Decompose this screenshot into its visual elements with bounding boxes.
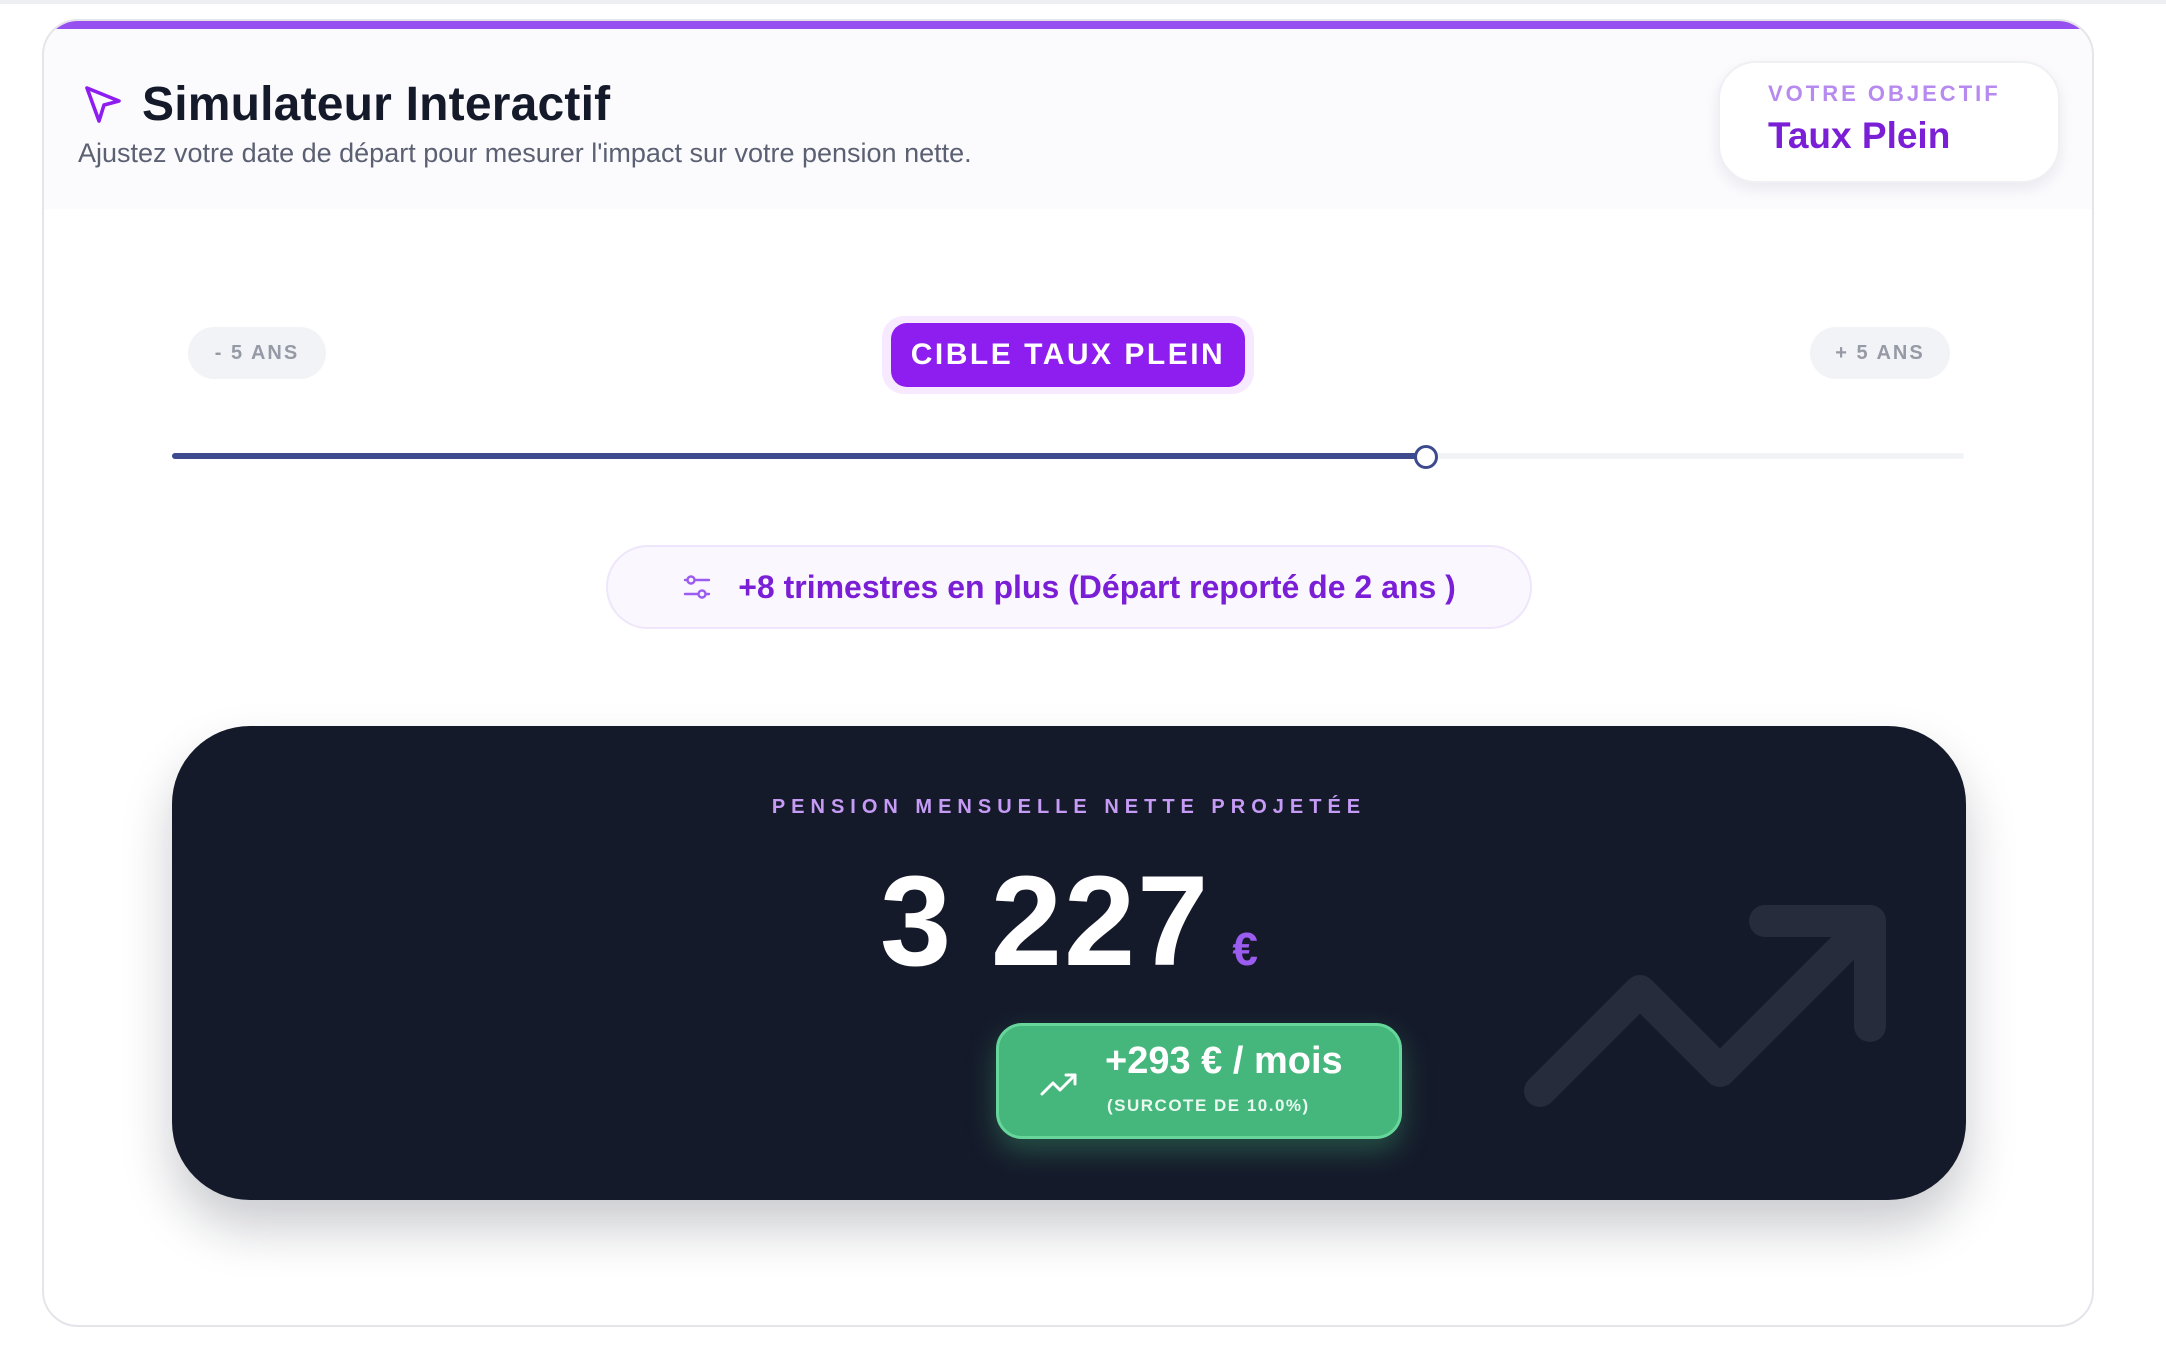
projected-pension-panel: PENSION MENSUELLE NETTE PROJETÉE 3 227 €…	[172, 726, 1966, 1200]
goal-value: Taux Plein	[1768, 115, 1951, 156]
slider-min-label: - 5 ANS	[188, 327, 326, 379]
slider-fill	[172, 453, 1427, 459]
title-row: Simulateur Interactif	[82, 77, 610, 132]
amount-row: 3 227 €	[172, 848, 1966, 995]
simulator-card: Simulateur Interactif Ajustez votre date…	[42, 19, 2094, 1327]
goal-card: VOTRE OBJECTIF Taux Plein	[1718, 61, 2060, 183]
departure-date-slider[interactable]	[172, 445, 1964, 469]
surcote-note: (SURCOTE DE 10.0%)	[1107, 1096, 1310, 1115]
quarters-info-text: +8 trimestres en plus (Départ reporté de…	[738, 568, 1456, 605]
target-marker: CIBLE TAUX PLEIN	[882, 316, 1254, 394]
pension-amount: 3 227	[880, 850, 1211, 993]
page-title: Simulateur Interactif	[142, 78, 611, 131]
monthly-gain-value: +293 € / mois	[1105, 1040, 1343, 1082]
currency-symbol: €	[1232, 923, 1258, 975]
cursor-arrow-icon	[82, 84, 124, 126]
target-full-rate-badge: CIBLE TAUX PLEIN	[891, 323, 1245, 387]
sliders-icon	[682, 572, 712, 602]
slider-thumb[interactable]	[1414, 445, 1439, 469]
quarters-info-pill: +8 trimestres en plus (Départ reporté de…	[606, 545, 1532, 629]
projected-pension-label: PENSION MENSUELLE NETTE PROJETÉE	[771, 796, 1367, 818]
trend-up-icon	[1039, 1070, 1079, 1098]
slider-max-label: + 5 ANS	[1810, 327, 1950, 379]
window-top-border	[0, 0, 2166, 4]
goal-label: VOTRE OBJECTIF	[1768, 81, 2001, 106]
monthly-gain-badge: +293 € / mois (SURCOTE DE 10.0%)	[996, 1023, 1402, 1139]
page-subtitle: Ajustez votre date de départ pour mesure…	[78, 138, 972, 168]
